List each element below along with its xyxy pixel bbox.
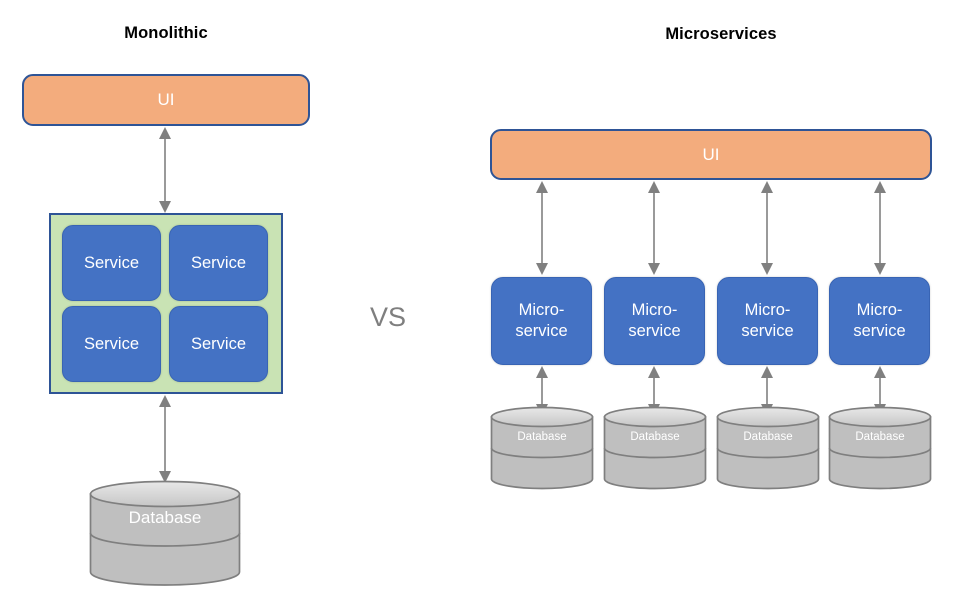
microservice-4-label-line2: service xyxy=(853,322,906,340)
monolithic-service-4-label: Service xyxy=(190,334,247,353)
vs-label: VS xyxy=(370,302,407,332)
monolithic-service-2-label: Service xyxy=(190,253,247,272)
microservice-2-database[interactable]: Database xyxy=(603,406,707,490)
arrow-monolithic-ui-services xyxy=(157,126,173,214)
arrow-monolithic-services-database xyxy=(157,394,173,484)
microservices-title: Microservices xyxy=(665,25,777,43)
monolithic-service-1[interactable]: Service xyxy=(62,225,161,301)
monolithic-service-4[interactable]: Service xyxy=(169,306,268,382)
monolithic-service-3-label: Service xyxy=(83,334,140,353)
monolithic-database[interactable]: Database xyxy=(89,480,241,586)
microservice-1-label-line1: Micro- xyxy=(518,300,565,319)
microservice-3-label-line1: Micro- xyxy=(744,300,791,319)
arrow-ms-ui-service-2 xyxy=(646,180,662,276)
monolithic-ui-label: UI xyxy=(157,90,175,109)
monolithic-title: Monolithic xyxy=(124,24,208,42)
microservice-3[interactable]: Micro- service xyxy=(717,277,818,365)
microservice-1-label-line2: service xyxy=(515,322,568,340)
microservice-1-database[interactable]: Database xyxy=(490,406,594,490)
arrow-ms-ui-service-3 xyxy=(759,180,775,276)
monolithic-service-1-label: Service xyxy=(83,253,140,272)
microservices-ui-label: UI xyxy=(702,144,720,164)
microservice-4[interactable]: Micro- service xyxy=(829,277,930,365)
monolithic-service-3[interactable]: Service xyxy=(62,306,161,382)
diagram-canvas: Monolithic UI Service Service Service Se… xyxy=(0,0,961,613)
microservice-2-label-line2: service xyxy=(628,322,681,340)
microservice-2[interactable]: Micro- service xyxy=(604,277,705,365)
microservice-1[interactable]: Micro- service xyxy=(491,277,592,365)
microservice-2-label-line1: Micro- xyxy=(631,300,678,319)
microservice-3-database[interactable]: Database xyxy=(716,406,820,490)
arrow-ms-ui-service-4 xyxy=(872,180,888,276)
microservice-3-label-line2: service xyxy=(741,322,794,340)
microservice-4-database[interactable]: Database xyxy=(828,406,932,490)
monolithic-service-2[interactable]: Service xyxy=(169,225,268,301)
monolithic-ui-box[interactable]: UI xyxy=(22,74,310,126)
microservices-ui-box[interactable]: UI xyxy=(490,129,932,180)
arrow-ms-ui-service-1 xyxy=(534,180,550,276)
microservice-4-label-line1: Micro- xyxy=(856,300,903,319)
